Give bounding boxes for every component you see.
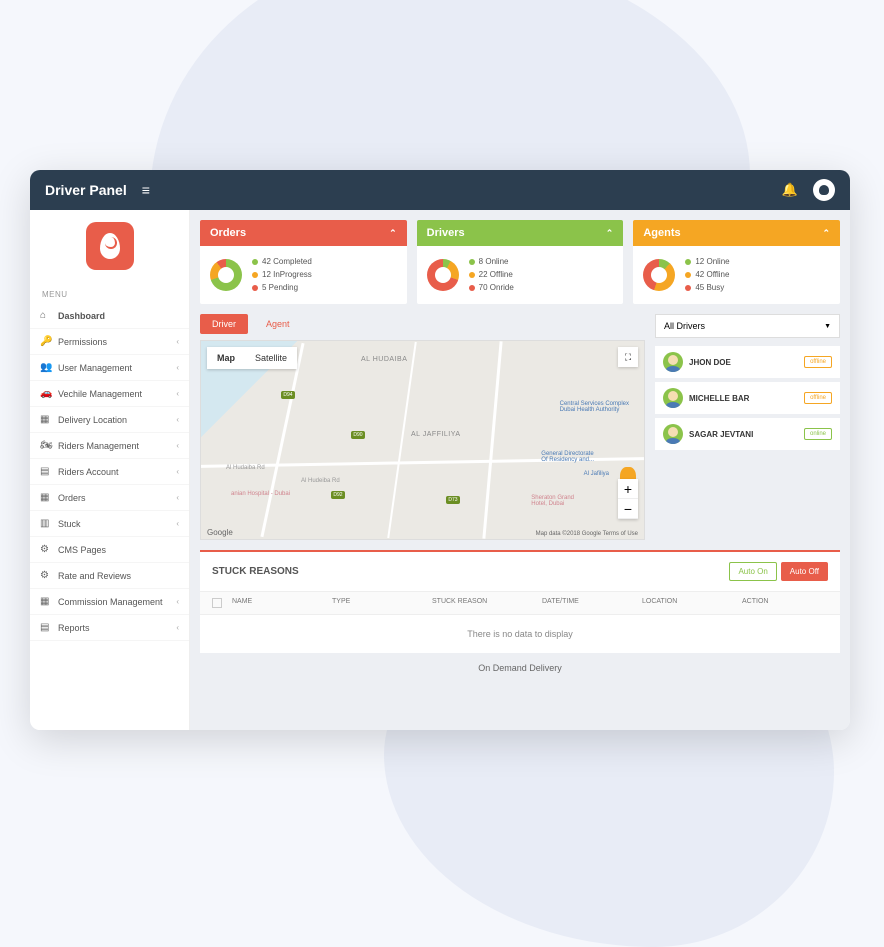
sidebar-item-riders-account[interactable]: ▤ Riders Account ‹ — [30, 459, 189, 485]
stuck-icon: ▥ — [40, 518, 54, 529]
status-badge: offline — [804, 356, 832, 368]
sidebar-item-delivery-location[interactable]: ▦ Delivery Location ‹ — [30, 407, 189, 433]
logo — [30, 210, 189, 282]
avatar — [663, 424, 683, 444]
orders-card-header[interactable]: Orders ⌃ — [200, 220, 407, 246]
map-view-map[interactable]: Map — [207, 347, 245, 369]
list-item[interactable]: JHON DOE offline — [655, 346, 840, 378]
drivers-donut-chart — [427, 259, 459, 291]
home-icon: ⌂ — [40, 310, 54, 321]
list-item[interactable]: MICHELLE BAR offline — [655, 382, 840, 414]
reports-icon: ▤ — [40, 622, 54, 633]
footer: On Demand Delivery — [200, 653, 840, 683]
chevron-left-icon: ‹ — [176, 389, 179, 398]
agents-card: Agents ⌃ 12 Online 42 Offline 45 Busy — [633, 220, 840, 304]
gear-icon: ⚙ — [40, 570, 54, 581]
app-title: Driver Panel — [45, 182, 127, 198]
sidebar-item-permissions[interactable]: 🔑 Permissions ‹ — [30, 329, 189, 355]
table-header: NAME TYPE STUCK REASON DATE/TIME LOCATIO… — [200, 591, 840, 615]
chevron-left-icon: ‹ — [176, 415, 179, 424]
empty-state: There is no data to display — [200, 615, 840, 653]
avatar[interactable] — [813, 179, 835, 201]
users-icon: 👥 — [40, 362, 54, 373]
chevron-up-icon: ⌃ — [822, 228, 830, 239]
bell-icon[interactable]: 🔔 — [782, 182, 798, 198]
sidebar: MENU ⌂ Dashboard 🔑 Permissions ‹ 👥 User … — [30, 210, 190, 730]
list-item[interactable]: SAGAR JEVTANI online — [655, 418, 840, 450]
auto-on-button[interactable]: Auto On — [729, 562, 776, 581]
sidebar-item-rate-reviews[interactable]: ⚙ Rate and Reviews — [30, 563, 189, 589]
agents-donut-chart — [643, 259, 675, 291]
chevron-left-icon: ‹ — [176, 519, 179, 528]
status-badge: offline — [804, 392, 832, 404]
status-badge: online — [804, 428, 832, 440]
tab-agent[interactable]: Agent — [254, 314, 302, 334]
chevron-down-icon: ▼ — [824, 323, 831, 330]
chevron-left-icon: ‹ — [176, 337, 179, 346]
stuck-title: STUCK REASONS — [212, 566, 299, 577]
zoom-out-button[interactable]: − — [618, 499, 638, 519]
avatar — [663, 388, 683, 408]
driver-filter-select[interactable]: All Drivers ▼ — [655, 314, 840, 338]
key-icon: 🔑 — [40, 336, 54, 347]
drivers-card-header[interactable]: Drivers ⌃ — [417, 220, 624, 246]
sidebar-item-orders[interactable]: ▦ Orders ‹ — [30, 485, 189, 511]
sidebar-item-dashboard[interactable]: ⌂ Dashboard — [30, 303, 189, 329]
map-credits: Map data ©2018 Google Terms of Use — [536, 531, 638, 537]
menu-toggle-icon[interactable]: ≡ — [142, 182, 150, 198]
map[interactable]: AL HUDAIBA AL JAFFILIYA Central Services… — [200, 340, 645, 540]
orders-icon: ▦ — [40, 492, 54, 503]
zoom-in-button[interactable]: + — [618, 479, 638, 499]
fullscreen-icon[interactable]: ⛶ — [618, 347, 638, 367]
car-icon: 🚗 — [40, 388, 54, 399]
sidebar-item-stuck[interactable]: ▥ Stuck ‹ — [30, 511, 189, 537]
orders-card: Orders ⌃ 42 Completed 12 InProgress 5 Pe… — [200, 220, 407, 304]
chevron-left-icon: ‹ — [176, 363, 179, 372]
sidebar-item-user-management[interactable]: 👥 User Management ‹ — [30, 355, 189, 381]
menu-section-label: MENU — [30, 282, 189, 303]
tab-driver[interactable]: Driver — [200, 314, 248, 334]
main-content: Orders ⌃ 42 Completed 12 InProgress 5 Pe… — [190, 210, 850, 730]
auto-off-button[interactable]: Auto Off — [781, 562, 828, 581]
sidebar-item-riders-management[interactable]: 🏍 Riders Management ‹ — [30, 433, 189, 459]
location-icon: ▦ — [40, 414, 54, 425]
chevron-left-icon: ‹ — [176, 597, 179, 606]
chevron-left-icon: ‹ — [176, 467, 179, 476]
chevron-left-icon: ‹ — [176, 493, 179, 502]
agents-card-header[interactable]: Agents ⌃ — [633, 220, 840, 246]
sidebar-item-vehicle-management[interactable]: 🚗 Vechile Management ‹ — [30, 381, 189, 407]
gear-icon: ⚙ — [40, 544, 54, 555]
topbar: Driver Panel ≡ 🔔 — [30, 170, 850, 210]
sidebar-item-reports[interactable]: ▤ Reports ‹ — [30, 615, 189, 641]
drivers-card: Drivers ⌃ 8 Online 22 Offline 70 Onride — [417, 220, 624, 304]
chevron-left-icon: ‹ — [176, 441, 179, 450]
google-logo: Google — [207, 528, 233, 537]
chevron-up-icon: ⌃ — [606, 228, 614, 239]
select-all-checkbox[interactable] — [212, 598, 222, 608]
chevron-left-icon: ‹ — [176, 623, 179, 632]
avatar — [663, 352, 683, 372]
sidebar-item-cms-pages[interactable]: ⚙ CMS Pages — [30, 537, 189, 563]
commission-icon: ▦ — [40, 596, 54, 607]
motorcycle-icon: 🏍 — [40, 440, 54, 451]
sidebar-item-commission-management[interactable]: ▦ Commission Management ‹ — [30, 589, 189, 615]
stuck-reasons-panel: STUCK REASONS Auto On Auto Off NAME TYPE… — [200, 550, 840, 653]
chevron-up-icon: ⌃ — [389, 228, 397, 239]
map-view-satellite[interactable]: Satellite — [245, 347, 297, 369]
app-panel: Driver Panel ≡ 🔔 MENU ⌂ Dashboard 🔑 Perm… — [30, 170, 850, 730]
orders-donut-chart — [210, 259, 242, 291]
account-icon: ▤ — [40, 466, 54, 477]
